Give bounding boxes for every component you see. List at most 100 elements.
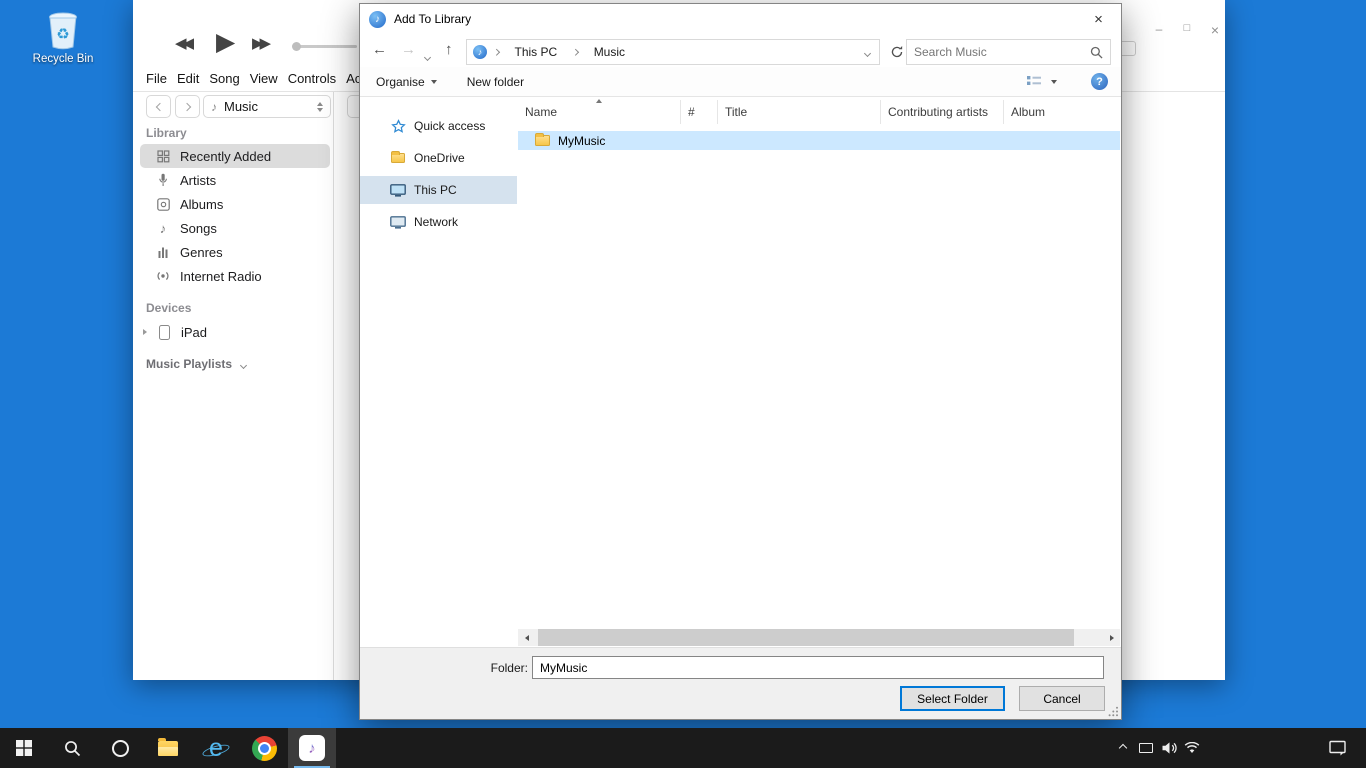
scrollbar-track[interactable] — [535, 629, 1103, 646]
dialog-titlebar[interactable]: ♪ Add To Library — [360, 4, 1121, 34]
nav-item-network[interactable]: Network — [360, 208, 517, 236]
scroll-right-button[interactable] — [1103, 629, 1120, 646]
minimize-button[interactable]: – — [1153, 22, 1165, 38]
sidebar-item-label: Artists — [180, 173, 216, 188]
nav-item-this-pc[interactable]: This PC — [360, 176, 517, 204]
nav-forward-button[interactable]: → — [401, 41, 416, 58]
fast-forward-button[interactable]: ▶▶ — [252, 34, 267, 52]
music-playlists-header[interactable]: Music Playlists — [146, 357, 246, 371]
chevron-down-icon — [424, 54, 431, 61]
search-input[interactable] — [914, 45, 1084, 59]
start-button[interactable] — [0, 728, 48, 768]
play-button[interactable]: ▶ — [216, 27, 235, 57]
file-explorer-icon — [158, 741, 178, 756]
sidebar-item-albums[interactable]: Albums — [140, 192, 330, 216]
menu-song[interactable]: Song — [209, 71, 239, 86]
address-dropdown[interactable] — [856, 45, 879, 59]
resize-grip[interactable] — [1108, 706, 1119, 717]
organise-button[interactable]: Organise — [376, 75, 437, 89]
taskbar: e ♪ — [0, 728, 1366, 768]
expand-chevron-icon[interactable] — [143, 329, 147, 335]
scroll-left-button[interactable] — [518, 629, 535, 646]
menu-view[interactable]: View — [250, 71, 278, 86]
address-bar[interactable]: ♪ This PC Music — [466, 39, 880, 65]
itunes-menubar: File Edit Song View Controls Account — [146, 71, 393, 86]
list-view-icon[interactable] — [1026, 75, 1042, 88]
sidebar-item-label: Recently Added — [180, 149, 271, 164]
new-folder-button[interactable]: New folder — [467, 75, 524, 89]
album-icon — [155, 198, 171, 211]
chrome-button[interactable] — [240, 728, 288, 768]
nav-back-button[interactable]: ← — [372, 41, 387, 58]
tablet-icon — [156, 325, 172, 340]
horizontal-scrollbar[interactable] — [518, 629, 1120, 646]
sidebar-item-label: Genres — [180, 245, 223, 260]
nav-item-quick-access[interactable]: Quick access — [360, 112, 517, 140]
media-kind-label: Music — [224, 99, 258, 114]
itunes-taskbar-button[interactable]: ♪ — [288, 728, 336, 768]
select-folder-button[interactable]: Select Folder — [900, 686, 1005, 711]
taskbar-search-button[interactable] — [48, 728, 96, 768]
menu-edit[interactable]: Edit — [177, 71, 199, 86]
rewind-button[interactable]: ◀◀ — [175, 34, 190, 52]
nav-up-button[interactable]: ↑ — [445, 41, 453, 58]
action-center-button[interactable] — [1320, 728, 1354, 768]
display-icon — [1139, 743, 1153, 753]
search-icon — [64, 740, 81, 757]
sidebar-item-recently-added[interactable]: Recently Added — [140, 144, 330, 168]
menu-controls[interactable]: Controls — [288, 71, 336, 86]
back-button[interactable] — [146, 95, 171, 118]
nav-history-dropdown[interactable] — [425, 49, 430, 63]
forward-button[interactable] — [175, 95, 200, 118]
wifi-icon — [1184, 742, 1200, 754]
column-header-album[interactable]: Album — [1004, 100, 1120, 124]
display-tray-button[interactable] — [1134, 728, 1157, 768]
organise-label: Organise — [376, 75, 425, 89]
chevron-down-icon — [864, 50, 871, 57]
list-header: Name # Title Contributing artists Album — [518, 100, 1120, 124]
chevron-right-icon — [182, 102, 190, 110]
sidebar-item-label: iPad — [181, 325, 207, 340]
action-center-icon — [1329, 740, 1346, 756]
volume-slider[interactable] — [293, 45, 357, 48]
column-header-contributing-artists[interactable]: Contributing artists — [881, 100, 1004, 124]
sidebar-item-internet-radio[interactable]: Internet Radio — [140, 264, 330, 288]
scrollbar-thumb[interactable] — [538, 629, 1074, 646]
volume-tray-button[interactable] — [1157, 728, 1180, 768]
media-kind-picker[interactable]: ♪ Music — [203, 95, 331, 118]
star-icon — [390, 119, 406, 134]
view-options-dropdown[interactable] — [1051, 80, 1057, 84]
internet-explorer-button[interactable]: e — [192, 728, 240, 768]
sidebar-item-artists[interactable]: Artists — [140, 168, 330, 192]
mic-icon — [155, 173, 171, 187]
breadcrumb-music[interactable]: Music — [585, 40, 634, 64]
menu-file[interactable]: File — [146, 71, 167, 86]
dialog-close-button[interactable]: × — [1076, 4, 1121, 34]
file-row-mymusic[interactable]: MyMusic — [518, 131, 1120, 150]
file-explorer-button[interactable] — [144, 728, 192, 768]
column-header-name[interactable]: Name — [518, 100, 681, 124]
cancel-button[interactable]: Cancel — [1019, 686, 1105, 711]
folder-icon — [535, 135, 550, 146]
breadcrumb-this-pc[interactable]: This PC — [506, 40, 567, 64]
cortana-button[interactable] — [96, 728, 144, 768]
file-name: MyMusic — [558, 134, 605, 148]
nav-item-onedrive[interactable]: OneDrive — [360, 144, 517, 172]
maximize-button[interactable]: □ — [1181, 22, 1193, 38]
sidebar-item-songs[interactable]: ♪ Songs — [140, 216, 330, 240]
folder-name-input[interactable] — [532, 656, 1104, 679]
help-button[interactable]: ? — [1091, 73, 1108, 90]
recycle-bin-shortcut[interactable]: ♻ Recycle Bin — [28, 8, 98, 65]
windows-desktop: { "colors": { "desktop": "#1c7ad6", "sel… — [0, 0, 1366, 768]
column-header-title[interactable]: Title — [718, 100, 881, 124]
search-icon[interactable] — [1090, 46, 1103, 59]
network-tray-button[interactable] — [1180, 728, 1203, 768]
music-playlists-label: Music Playlists — [146, 357, 232, 371]
sidebar-item-ipad[interactable]: iPad — [140, 320, 330, 344]
sidebar-item-genres[interactable]: Genres — [140, 240, 330, 264]
nav-item-label: Network — [414, 215, 458, 229]
close-button[interactable]: × — [1209, 22, 1221, 38]
column-header-number[interactable]: # — [681, 100, 718, 124]
show-hidden-icons-button[interactable] — [1111, 728, 1134, 768]
breadcrumb-separator — [487, 40, 506, 64]
